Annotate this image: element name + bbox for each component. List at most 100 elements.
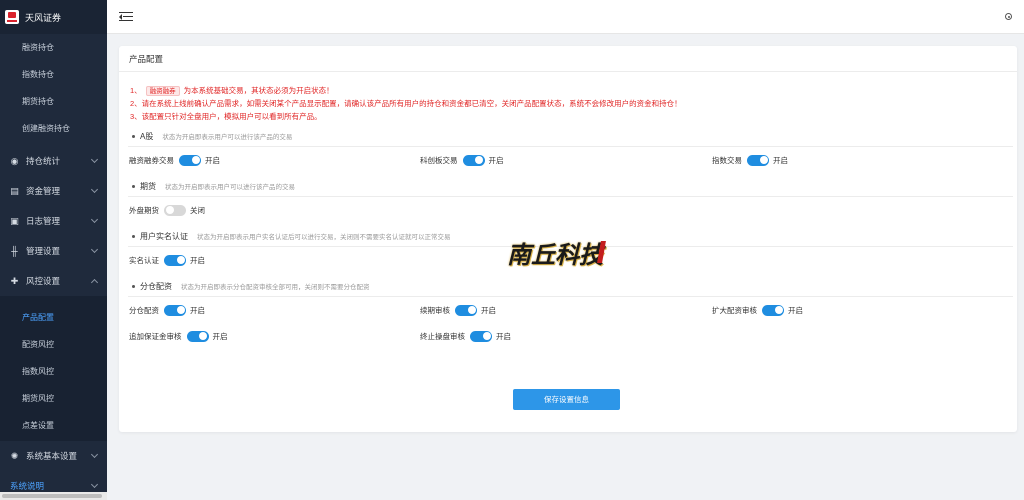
sidebar-group-label: 系统说明 (10, 481, 45, 491)
theme-settings-icon[interactable] (1005, 13, 1012, 20)
section-futures: 期货 状态为开启即表示用户可以进行该产品的交易 (119, 178, 1017, 194)
card-title: 产品配置 (119, 46, 1017, 72)
switch[interactable] (747, 154, 769, 166)
switch[interactable] (164, 254, 186, 266)
toggle-label: 分仓配资 (129, 305, 159, 315)
watermark-text: 南丘科技 (507, 240, 603, 269)
bullet-icon (132, 234, 135, 238)
sidebar-item-product-config[interactable]: 产品配置 (0, 304, 107, 331)
menu-toggle-icon[interactable] (119, 11, 133, 22)
sidebar-group-risk[interactable]: ✚ 风控设置 (0, 266, 107, 296)
chevron-down-icon (90, 185, 99, 194)
section-title: A股 (140, 131, 154, 141)
notice-2: 2、请在系统上线前确认产品需求，如需关闭某个产品显示配置，请确认该产品所有用户的… (130, 99, 682, 108)
switch-state: 关闭 (190, 205, 205, 215)
section-description: 状态为开启即表示用户可以进行该产品的交易 (165, 184, 295, 191)
save-settings-button[interactable]: 保存设置信息 (513, 389, 620, 410)
bullet-icon (132, 184, 135, 188)
sidebar-item-create-margin[interactable]: 创建融资持仓 (0, 115, 107, 142)
horizontal-scrollbar[interactable] (0, 492, 107, 500)
sidebar-item-spread-settings[interactable]: 点差设置 (0, 412, 107, 439)
notice-list: 1、 融资融券 为本系统基础交易，其状态必须为开启状态！ 2、请在系统上线前确认产品… (119, 72, 1017, 123)
brand[interactable]: 天风证券 (0, 0, 107, 34)
toggle-expand-review: 扩大配资审核 开启 (712, 297, 803, 323)
switch[interactable] (455, 304, 477, 316)
switch-state: 开启 (773, 155, 788, 165)
log-icon: ▣ (10, 215, 19, 226)
sidebar-item-margin-position[interactable]: 融资持仓 (0, 34, 107, 61)
risk-submenu: 产品配置 配资风控 指数风控 期货风控 点差设置 (0, 296, 107, 441)
sidebar-item-allocation-risk[interactable]: 配资风控 (0, 331, 107, 358)
toggle-label: 扩大配资审核 (712, 305, 757, 315)
section-title: 期货 (140, 181, 156, 191)
scrollbar-thumb[interactable] (2, 494, 102, 498)
section-description: 状态为开启即表示用户实名认证后可以进行交易，关闭则不需要实名认证就可以正常交易 (197, 234, 451, 241)
toggle-realname: 实名认证 开启 (129, 247, 205, 273)
toggle-index-trading: 指数交易 开启 (712, 147, 788, 173)
sidebar-group-label: 管理设置 (26, 246, 61, 256)
switch[interactable] (179, 154, 201, 166)
toggle-label: 外盘期货 (129, 205, 159, 215)
section-title: 用户实名认证 (140, 231, 188, 241)
switch[interactable] (186, 330, 209, 342)
sidebar-group-manage[interactable]: ╫ 管理设置 (0, 236, 107, 266)
notice-1-prefix: 1、 (130, 86, 142, 95)
section-allocation: 分仓配资 状态为开启即表示分仓配资审核全部可用，关闭则不需要分仓配资 (119, 278, 1017, 294)
toggle-label: 实名认证 (129, 255, 159, 265)
section-title: 分仓配资 (140, 281, 172, 291)
switch-state: 开启 (205, 155, 220, 165)
chevron-down-icon (90, 215, 99, 224)
sidebar: 天风证券 融资持仓 指数持仓 期货持仓 创建融资持仓 ◉ 持仓统计 ▤ 资金管理… (0, 0, 107, 500)
bullet-icon (132, 284, 135, 288)
sidebar-group-label: 日志管理 (26, 216, 61, 226)
switch-state: 开启 (481, 305, 496, 315)
toggle-label: 指数交易 (712, 155, 742, 165)
sidebar-group-system[interactable]: ✺ 系统基本设置 (0, 441, 107, 471)
chevron-up-icon (90, 278, 99, 287)
toggle-label: 融资融券交易 (129, 155, 174, 165)
switch[interactable] (470, 330, 492, 342)
notice-tag: 融资融券 (145, 86, 180, 97)
toggle-margin-trading: 融资融券交易 开启 (129, 147, 220, 173)
chevron-down-icon (90, 480, 99, 489)
sliders-icon: ╫ (11, 246, 18, 256)
sidebar-group-label: 资金管理 (26, 186, 61, 196)
notice-1: 1、 融资融券 为本系统基础交易，其状态必须为开启状态！ (130, 84, 1017, 97)
watermark-logo: 南丘科技 (507, 231, 617, 269)
toggle-label: 追加保证金审核 (129, 331, 182, 341)
sidebar-item-index-risk[interactable]: 指数风控 (0, 358, 107, 385)
brand-name: 天风证券 (25, 12, 62, 23)
wallet-icon: ◉ (10, 155, 19, 166)
toggle-foreign-futures: 外盘期货 关闭 (129, 197, 205, 223)
sidebar-item-futures-risk[interactable]: 期货风控 (0, 385, 107, 412)
sidebar-group-stats[interactable]: ◉ 持仓统计 (0, 146, 107, 176)
notice-3: 3、该配置只针对全盘用户，模拟用户可以看到所有产品。 (130, 112, 322, 121)
toggle-renewal-review: 续期审核 开启 (420, 297, 496, 323)
switch-state: 开启 (788, 305, 803, 315)
switch[interactable] (762, 304, 784, 316)
toggle-margin-add-review: 追加保证金审核 开启 (129, 323, 228, 349)
sidebar-item-index-position[interactable]: 指数持仓 (0, 61, 107, 88)
toggle-allocation: 分仓配资 开启 (129, 297, 205, 323)
chevron-down-icon (90, 450, 99, 459)
toggle-row: 分仓配资 开启 续期审核 开启 扩大配资审核 开启 (119, 297, 1017, 323)
toggle-row: 追加保证金审核 开启 终止操盘审核 开启 (119, 323, 1017, 349)
toggle-star-market: 科创板交易 开启 (420, 147, 504, 173)
toggle-stop-review: 终止操盘审核 开启 (420, 323, 511, 349)
switch[interactable] (462, 154, 485, 166)
notice-1-text: 为本系统基础交易，其状态必须为开启状态！ (183, 86, 334, 95)
sidebar-item-futures-position[interactable]: 期货持仓 (0, 88, 107, 115)
toggle-label: 终止操盘审核 (420, 331, 465, 341)
sidebar-group-label: 风控设置 (26, 276, 61, 286)
switch[interactable] (164, 304, 186, 316)
gift-icon: ✚ (10, 275, 19, 286)
toggle-row: 融资融券交易 开启 科创板交易 开启 指数交易 开启 (119, 147, 1017, 173)
top-header (107, 0, 1024, 34)
sidebar-group-funds[interactable]: ▤ 资金管理 (0, 176, 107, 206)
sidebar-group-label: 系统基本设置 (26, 451, 78, 461)
switch-state: 开启 (488, 155, 504, 165)
sidebar-group-logs[interactable]: ▣ 日志管理 (0, 206, 107, 236)
chevron-down-icon (90, 155, 99, 164)
switch[interactable] (164, 204, 186, 216)
section-description: 状态为开启即表示用户可以进行该产品的交易 (162, 134, 293, 141)
